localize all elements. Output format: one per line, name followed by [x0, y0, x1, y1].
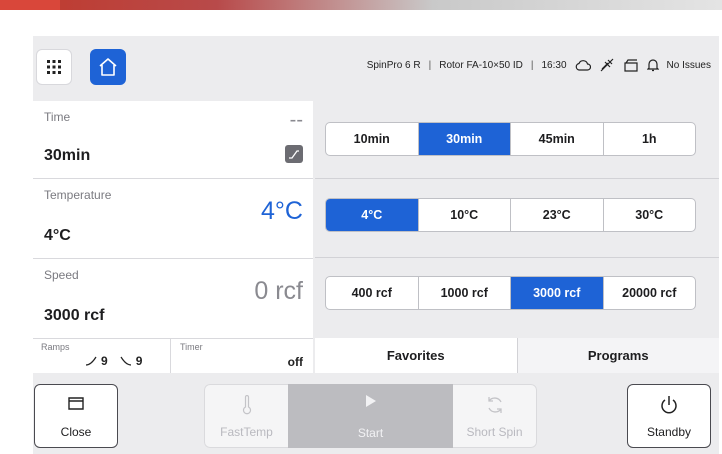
timer-cell[interactable]: Timer off: [172, 339, 313, 373]
parameter-panel: Time -- 30min Temperature 4°C 4°C Speed …: [33, 101, 313, 373]
apps-grid-icon: [47, 60, 61, 74]
temperature-cell[interactable]: Temperature 4°C 4°C: [33, 179, 313, 259]
ramp-down-icon: [120, 356, 131, 366]
time-presets: 10min 30min 45min 1h: [325, 122, 696, 156]
preset-panel: 10min 30min 45min 1h 4°C 10°C 23°C 30°C …: [315, 101, 719, 373]
apps-button[interactable]: [36, 49, 72, 85]
lid-icon: [68, 397, 84, 410]
ramp-up-value: 9: [101, 354, 108, 368]
speed-label: Speed: [44, 268, 79, 282]
time-preset-30min[interactable]: 30min: [418, 123, 511, 155]
device-name: SpinPro 6 R: [366, 59, 421, 71]
clock: 16:30: [541, 59, 567, 71]
tab-programs[interactable]: Programs: [516, 338, 719, 373]
temperature-preset-10[interactable]: 10°C: [419, 199, 511, 231]
top-accent-strip: [0, 0, 722, 10]
thermometer-icon: [242, 395, 251, 415]
temperature-preset-4[interactable]: 4°C: [326, 199, 419, 231]
short-spin-button[interactable]: Short Spin: [453, 384, 537, 448]
time-preset-1h[interactable]: 1h: [604, 123, 696, 155]
speed-current: 0 rcf: [254, 277, 303, 305]
issues-status: No Issues: [666, 59, 711, 71]
fasttemp-label: FastTemp: [220, 425, 273, 439]
time-value: 30min: [44, 147, 91, 164]
timer-value: off: [287, 355, 303, 369]
timer-label: Timer: [180, 342, 203, 352]
time-preset-45min[interactable]: 45min: [511, 123, 604, 155]
refresh-icon: [487, 397, 502, 413]
bell-icon: [646, 59, 659, 72]
speed-preset-3000[interactable]: 3000 rcf: [511, 277, 604, 309]
time-mode-icon[interactable]: [285, 145, 303, 163]
short-spin-label: Short Spin: [466, 425, 523, 439]
cloud-icon: [575, 60, 591, 71]
tab-favorites[interactable]: Favorites: [315, 338, 517, 373]
temperature-current: 4°C: [261, 197, 303, 225]
no-usb-icon: [600, 58, 613, 72]
close-label: Close: [60, 425, 92, 439]
speed-presets: 400 rcf 1000 rcf 3000 rcf 20000 rcf: [325, 276, 696, 310]
power-icon: [661, 396, 677, 414]
run-controls: FastTemp Start Short Spin: [204, 384, 537, 448]
temperature-presets: 4°C 10°C 23°C 30°C: [325, 198, 696, 232]
time-cell[interactable]: Time -- 30min: [33, 101, 313, 179]
temperature-preset-30[interactable]: 30°C: [604, 199, 696, 231]
home-icon: [99, 58, 117, 76]
fasttemp-button[interactable]: FastTemp: [204, 384, 288, 448]
centrifuge-screen: SpinPro 6 R | Rotor FA-10×50 ID | 16:30 …: [33, 36, 719, 454]
action-bar: Close FastTemp Start Short Spin Standby: [33, 373, 719, 454]
time-preset-10min[interactable]: 10min: [326, 123, 419, 155]
speed-value: 3000 rcf: [44, 307, 105, 324]
start-button[interactable]: Start: [288, 384, 453, 448]
status-separator: |: [428, 59, 432, 71]
standby-button[interactable]: Standby: [627, 384, 711, 448]
ramps-values: 9 9: [85, 354, 142, 368]
time-label: Time: [44, 110, 71, 124]
standby-label: Standby: [646, 425, 692, 439]
header-bar: SpinPro 6 R | Rotor FA-10×50 ID | 16:30 …: [33, 36, 719, 100]
speed-preset-20000[interactable]: 20000 rcf: [604, 277, 696, 309]
divider: [315, 178, 719, 179]
home-button[interactable]: [90, 49, 126, 85]
temperature-preset-23[interactable]: 23°C: [511, 199, 604, 231]
divider: [315, 257, 719, 258]
time-current: --: [289, 109, 303, 131]
play-icon: [365, 395, 376, 407]
temperature-label: Temperature: [44, 188, 112, 202]
ramps-cell[interactable]: Ramps 9 9: [33, 339, 171, 373]
status-area: SpinPro 6 R | Rotor FA-10×50 ID | 16:30 …: [367, 58, 711, 72]
lid-icon: [623, 58, 638, 72]
rotor-name: Rotor FA-10×50 ID: [439, 59, 523, 71]
temperature-value: 4°C: [44, 227, 71, 244]
start-label: Start: [357, 426, 384, 440]
status-separator: |: [530, 59, 534, 71]
speed-preset-1000[interactable]: 1000 rcf: [419, 277, 511, 309]
preset-tabs: Favorites Programs: [315, 338, 719, 373]
ramp-down-value: 9: [135, 354, 143, 368]
close-button[interactable]: Close: [34, 384, 118, 448]
ramp-up-icon: [85, 356, 97, 366]
ramps-label: Ramps: [41, 342, 70, 352]
ramps-timer-row: Ramps 9 9 Timer off: [33, 339, 313, 373]
speed-cell[interactable]: Speed 0 rcf 3000 rcf: [33, 259, 313, 339]
speed-preset-400[interactable]: 400 rcf: [326, 277, 419, 309]
